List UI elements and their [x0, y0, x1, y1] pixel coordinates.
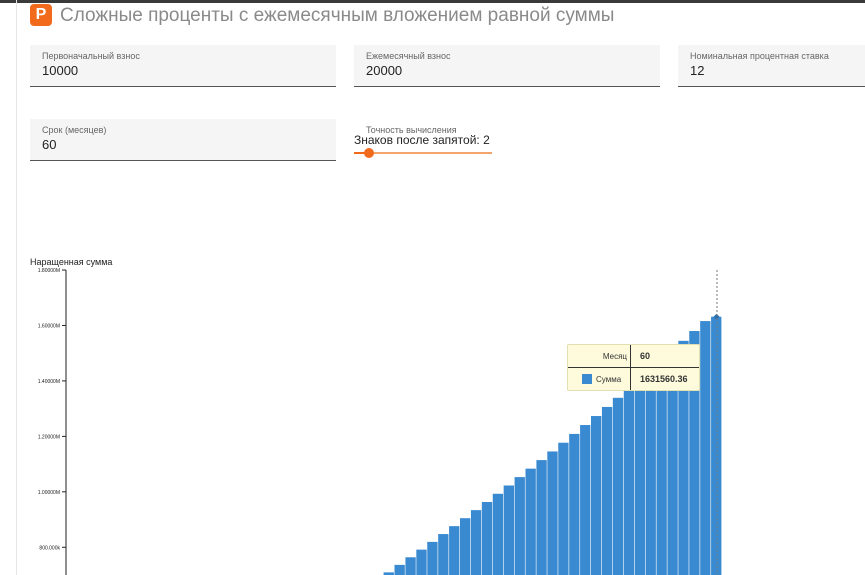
bar-month-50[interactable] [601, 406, 613, 575]
y-axis-label: Наращенная сумма [30, 257, 112, 267]
y-axis-ticks: 800.000k 1.00000M 1.20000M 1.40000M 1.60000M… [38, 268, 66, 551]
initial-deposit-input[interactable] [42, 63, 324, 78]
tooltip-sum-label: Сумма [596, 375, 622, 384]
bar-month-52[interactable] [623, 388, 635, 575]
y-tick-label: 1.20000M [38, 434, 60, 440]
bar-month-32[interactable] [405, 557, 416, 575]
bar-month-55[interactable] [656, 360, 667, 575]
tooltip-month-value: 60 [640, 351, 651, 361]
term-label: Срок (месяцев) [42, 125, 107, 135]
tooltip-month-row: Месяц 60 [568, 345, 699, 367]
tooltip-sum-value: 1631560.36 [640, 374, 688, 384]
term-input[interactable] [42, 137, 324, 152]
bar-month-37[interactable] [460, 518, 471, 575]
interest-rate-field[interactable]: Номинальная процентная ставка [678, 45, 865, 87]
tooltip-sum-row: Сумма 1631560.36 [568, 368, 699, 390]
chart-tooltip: Месяц 60 Сумма 1631560.36 [567, 344, 700, 391]
tooltip-column-divider [630, 345, 631, 390]
bar-month-42[interactable] [514, 477, 525, 575]
bar-month-53[interactable] [634, 379, 645, 575]
bar-month-40[interactable] [492, 493, 504, 575]
app-logo-icon: P [30, 4, 52, 26]
y-tick-label: 1.80000M [38, 268, 60, 274]
bar-month-38[interactable] [470, 510, 482, 575]
bar-month-48[interactable] [580, 425, 591, 575]
y-tick-label: 1.00000M [38, 490, 60, 496]
bar-month-49[interactable] [591, 416, 602, 575]
bar-month-41[interactable] [503, 485, 514, 575]
top-edge [0, 0, 865, 3]
bar-month-47[interactable] [569, 433, 580, 575]
term-field[interactable]: Срок (месяцев) [30, 119, 336, 161]
y-tick-label: 800.000k [39, 545, 60, 551]
bar-month-60[interactable] [711, 316, 722, 575]
bar-month-35[interactable] [438, 534, 449, 575]
tooltip-series-swatch [582, 374, 592, 384]
bar-month-36[interactable] [449, 526, 460, 575]
monthly-deposit-field[interactable]: Ежемесячный взнос [354, 45, 660, 87]
tooltip-month-label: Месяц [602, 352, 627, 361]
precision-slider-track[interactable] [354, 152, 492, 154]
y-tick-label: 1.60000M [38, 323, 60, 329]
bar-month-54[interactable] [645, 369, 656, 575]
bar-month-46[interactable] [558, 442, 569, 575]
bar-month-45[interactable] [547, 451, 558, 575]
bar-month-43[interactable] [525, 468, 536, 575]
monthly-deposit-input[interactable] [366, 63, 648, 78]
interest-rate-label: Номинальная процентная ставка [690, 51, 829, 61]
bar-month-39[interactable] [481, 502, 493, 575]
bar-month-33[interactable] [416, 549, 427, 575]
y-tick-label: 1.40000M [38, 379, 60, 385]
accumulated-sum-chart: Наращенная сумма 800.000k 1.00000M 1.20000… [30, 257, 722, 575]
page-title: Сложные проценты с ежемесячным вложением… [60, 5, 615, 26]
bar-month-31[interactable] [394, 564, 405, 575]
bar-month-51[interactable] [612, 397, 624, 575]
bar-month-44[interactable] [536, 460, 547, 575]
precision-value-text: Знаков после запятой: 2 [354, 133, 490, 147]
initial-deposit-field[interactable]: Первоначальный взнос [30, 45, 336, 87]
bar-month-59[interactable] [700, 321, 711, 575]
precision-slider-thumb[interactable] [364, 148, 374, 158]
bar-month-34[interactable] [427, 541, 438, 575]
initial-deposit-label: Первоначальный взнос [42, 51, 140, 61]
monthly-deposit-label: Ежемесячный взнос [366, 51, 451, 61]
interest-rate-input[interactable] [690, 63, 853, 78]
